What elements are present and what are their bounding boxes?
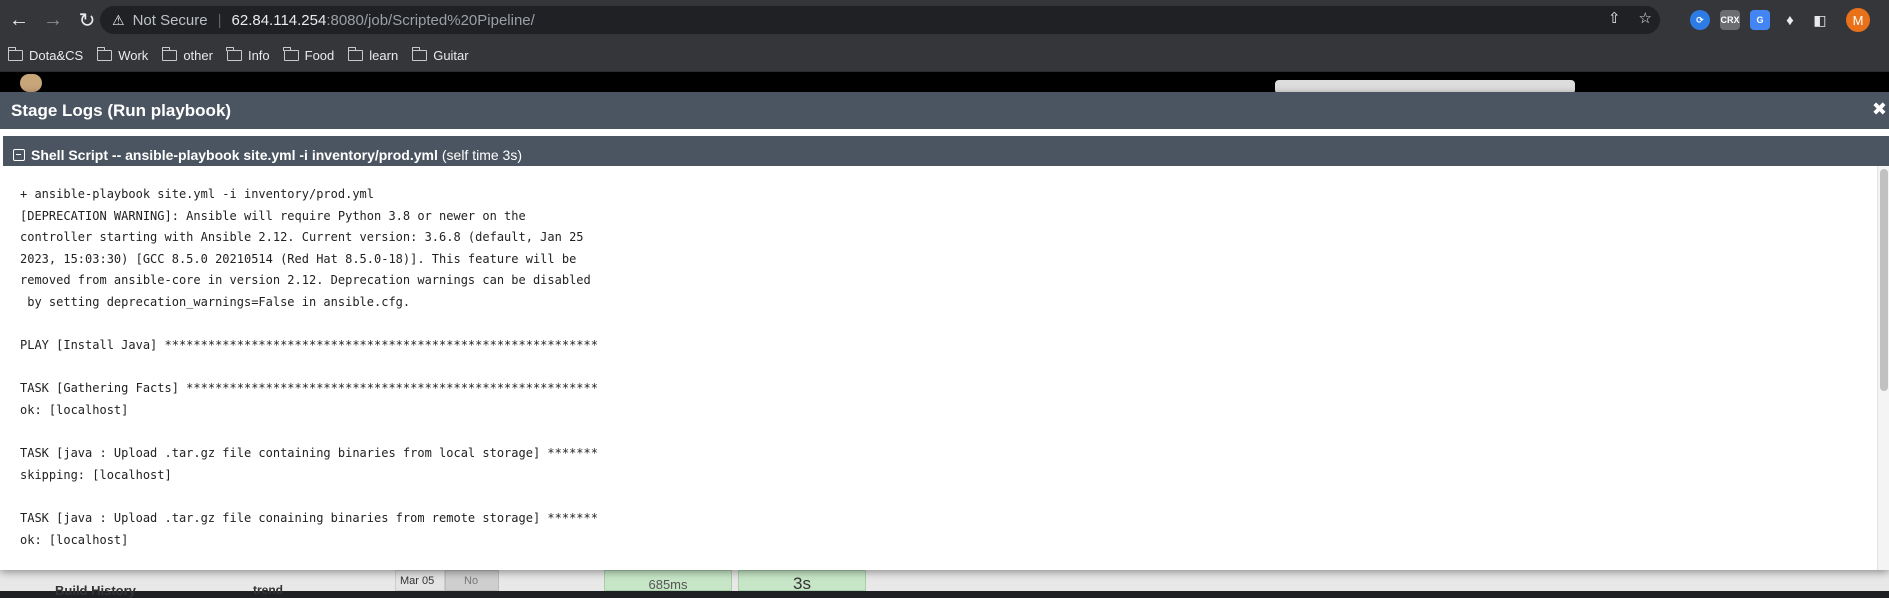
- bookmark-label: Work: [118, 48, 149, 63]
- extension-crx-icon[interactable]: CRX: [1720, 10, 1740, 30]
- extensions-puzzle-icon[interactable]: ♦: [1780, 10, 1800, 30]
- log-output: + ansible-playbook site.yml -i inventory…: [20, 187, 598, 547]
- bookmark-folder[interactable]: Work: [96, 47, 149, 63]
- stage-time-cell: 3s: [738, 570, 866, 593]
- share-icon[interactable]: ⇧: [1608, 9, 1621, 27]
- trend-label: trend: [253, 583, 283, 597]
- bookmark-folder[interactable]: Food: [283, 47, 335, 63]
- bookmark-folder[interactable]: Guitar: [411, 47, 469, 63]
- bookmark-label: learn: [369, 48, 399, 63]
- stage-time-cell: 685ms: [604, 570, 732, 592]
- address-separator: |: [217, 11, 222, 29]
- url-host: 62.84.114.254: [231, 11, 327, 29]
- forward-arrow-icon[interactable]: →: [38, 5, 68, 35]
- log-area[interactable]: + ansible-playbook site.yml -i inventory…: [0, 166, 1889, 570]
- bookmark-folder[interactable]: other: [161, 47, 213, 63]
- close-icon[interactable]: ✖: [1872, 99, 1887, 120]
- bookmark-label: Info: [247, 48, 270, 63]
- bookmark-label: Food: [304, 48, 335, 63]
- bookmark-label: other: [183, 48, 213, 63]
- bookmark-star-icon[interactable]: ☆: [1639, 9, 1652, 27]
- url-path: :8080/job/Scripted%20Pipeline/: [326, 11, 535, 29]
- extension-sync-icon[interactable]: ⟳: [1690, 10, 1710, 30]
- bookmark-label: Dota&CS: [29, 48, 84, 63]
- folder-icon: [161, 47, 178, 61]
- browser-toolbar: ← → ↻ ⚠ Not Secure | 62.84.114.254 :8080…: [0, 0, 1889, 40]
- security-label: Not Secure: [132, 11, 208, 29]
- bookmark-folder[interactable]: Info: [226, 47, 270, 63]
- folder-icon: [96, 47, 113, 61]
- step-time: (self time 3s): [441, 146, 522, 163]
- address-bar[interactable]: ⚠ Not Secure | 62.84.114.254 :8080/job/S…: [100, 6, 1660, 34]
- bookmark-folder[interactable]: learn: [347, 47, 399, 63]
- warning-icon: ⚠: [112, 11, 125, 28]
- bookmarks-bar: Dota&CS Work other Info Food learn Guita…: [0, 40, 1889, 72]
- extension-translate-icon[interactable]: G: [1750, 10, 1770, 30]
- folder-icon: [7, 47, 23, 61]
- bottom-strip: Build History trend: [0, 570, 1889, 598]
- side-panel-icon[interactable]: ◧: [1810, 10, 1830, 30]
- jenkins-header: [0, 72, 1889, 94]
- build-date-cell: Mar 05: [395, 570, 445, 591]
- modal-header: Stage Logs (Run playbook) ✖: [0, 92, 1889, 129]
- folder-icon: [347, 47, 364, 61]
- bookmark-label: Guitar: [433, 48, 469, 63]
- build-no-cell: No: [445, 570, 499, 591]
- jenkins-logo-icon: [20, 74, 42, 92]
- log-scrollbar[interactable]: [1877, 166, 1889, 570]
- back-arrow-icon[interactable]: ←: [4, 5, 34, 35]
- scrollbar-thumb[interactable]: [1880, 169, 1888, 391]
- folder-icon: [226, 47, 242, 61]
- profile-avatar[interactable]: M: [1846, 8, 1870, 32]
- step-name: Shell Script -- ansible-playbook site.ym…: [31, 146, 438, 163]
- step-header[interactable]: Shell Script -- ansible-playbook site.ym…: [3, 136, 1889, 166]
- stage-logs-modal: Stage Logs (Run playbook) ✖ Shell Script…: [0, 92, 1889, 570]
- modal-title: Stage Logs (Run playbook): [11, 101, 232, 120]
- collapse-icon[interactable]: [13, 148, 25, 161]
- bookmark-folder[interactable]: Dota&CS: [7, 47, 84, 63]
- folder-icon: [283, 47, 299, 61]
- folder-icon: [411, 47, 428, 61]
- reload-icon[interactable]: ↻: [72, 5, 102, 35]
